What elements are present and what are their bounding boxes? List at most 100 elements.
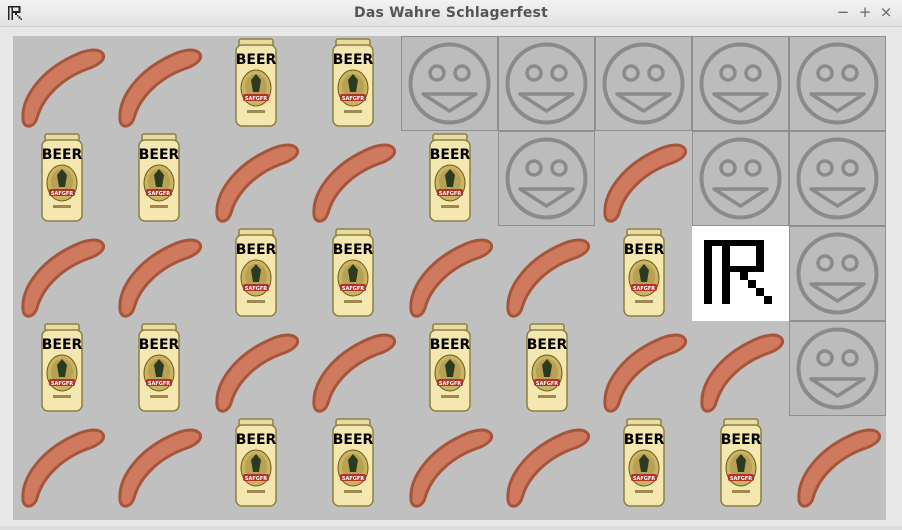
board-cell-beer[interactable]: BEER SAFGFR — [304, 416, 401, 511]
beer-sublabel: SAFGFR — [245, 286, 267, 292]
sausage-icon — [118, 428, 203, 508]
beer-sublabel: SAFGFR — [51, 381, 73, 387]
board-cell-smiley[interactable] — [401, 36, 498, 131]
board-cell-sausage[interactable] — [692, 321, 789, 416]
smiley-face-icon — [595, 36, 692, 131]
board-cell-beer[interactable]: BEER SAFGFR — [304, 226, 401, 321]
smiley-face-icon — [789, 226, 886, 321]
board-cell-smiley[interactable] — [498, 131, 595, 226]
beer-sublabel: SAFGFR — [633, 476, 655, 482]
beer-label: BEER — [527, 337, 568, 353]
board-cell-sausage[interactable] — [207, 321, 304, 416]
sausage-icon — [118, 238, 203, 318]
board-cell-beer[interactable]: BEER SAFGFR — [498, 321, 595, 416]
board-cell-sausage[interactable] — [595, 321, 692, 416]
beer-sublabel: SAFGFR — [148, 191, 170, 197]
board-cell-smiley[interactable] — [692, 36, 789, 131]
board-cell-sausage[interactable] — [304, 131, 401, 226]
beer-can-icon: BEER SAFGFR — [623, 418, 665, 507]
board-cell-beer[interactable]: BEER SAFGFR — [595, 226, 692, 321]
board-cell-sausage[interactable] — [207, 131, 304, 226]
close-button[interactable]: × — [877, 3, 895, 21]
board-cell-sausage[interactable] — [498, 416, 595, 511]
board-cell-smiley[interactable] — [789, 36, 886, 131]
smiley-face-icon — [498, 131, 595, 226]
sausage-icon — [215, 143, 300, 223]
beer-can-icon: BEER SAFGFR — [332, 38, 374, 127]
beer-can-icon: BEER SAFGFR — [235, 38, 277, 127]
board-cell-beer[interactable]: BEER SAFGFR — [207, 226, 304, 321]
board-cell-sausage[interactable] — [110, 36, 207, 131]
board-cell-logo[interactable] — [692, 226, 789, 321]
board-cell-smiley[interactable] — [692, 131, 789, 226]
maximize-button[interactable]: + — [856, 3, 874, 21]
window-title: Das Wahre Schlagerfest — [354, 5, 548, 21]
beer-can-icon: BEER SAFGFR — [235, 418, 277, 507]
beer-sublabel: SAFGFR — [730, 476, 752, 482]
beer-sublabel: SAFGFR — [245, 96, 267, 102]
board-cell-sausage[interactable] — [595, 131, 692, 226]
beer-sublabel: SAFGFR — [342, 476, 364, 482]
board-cell-smiley[interactable] — [595, 36, 692, 131]
board-cell-beer[interactable]: BEER SAFGFR — [207, 416, 304, 511]
beer-can-icon: BEER SAFGFR — [429, 133, 471, 222]
sausage-icon — [409, 428, 494, 508]
board-cell-sausage[interactable] — [13, 36, 110, 131]
board-cell-beer[interactable]: BEER SAFGFR — [595, 416, 692, 511]
board-cell-sausage[interactable] — [401, 226, 498, 321]
board-cell-beer[interactable]: BEER SAFGFR — [692, 416, 789, 511]
window-bottom-edge — [0, 526, 902, 530]
sausage-icon — [21, 428, 106, 508]
title-bar: Das Wahre Schlagerfest − + × — [0, 0, 902, 27]
board-cell-smiley[interactable] — [789, 226, 886, 321]
beer-sublabel: SAFGFR — [51, 191, 73, 197]
board-cell-sausage[interactable] — [13, 226, 110, 321]
beer-can-icon: BEER SAFGFR — [235, 228, 277, 317]
board-cell-sausage[interactable] — [401, 416, 498, 511]
board-cell-smiley[interactable] — [789, 131, 886, 226]
board-cell-beer[interactable]: BEER SAFGFR — [110, 321, 207, 416]
board-cell-sausage[interactable] — [110, 226, 207, 321]
board-cell-sausage[interactable] — [498, 226, 595, 321]
beer-label: BEER — [42, 337, 83, 353]
beer-sublabel: SAFGFR — [342, 286, 364, 292]
board-cell-beer[interactable]: BEER SAFGFR — [207, 36, 304, 131]
board-cell-sausage[interactable] — [110, 416, 207, 511]
beer-can-icon: BEER SAFGFR — [429, 323, 471, 412]
beer-label: BEER — [236, 242, 277, 258]
board-cell-beer[interactable]: BEER SAFGFR — [401, 131, 498, 226]
sausage-icon — [215, 333, 300, 413]
board-cell-smiley[interactable] — [789, 321, 886, 416]
beer-label: BEER — [624, 432, 665, 448]
beer-sublabel: SAFGFR — [245, 476, 267, 482]
beer-label: BEER — [333, 242, 374, 258]
smiley-face-icon — [692, 36, 789, 131]
beer-sublabel: SAFGFR — [148, 381, 170, 387]
beer-label: BEER — [721, 432, 762, 448]
board-cell-beer[interactable]: BEER SAFGFR — [13, 131, 110, 226]
sausage-icon — [118, 48, 203, 128]
board-cell-beer[interactable]: BEER SAFGFR — [13, 321, 110, 416]
board-cell-sausage[interactable] — [304, 321, 401, 416]
beer-label: BEER — [236, 432, 277, 448]
board-cell-sausage[interactable] — [13, 416, 110, 511]
beer-can-icon: BEER SAFGFR — [332, 418, 374, 507]
beer-label: BEER — [139, 147, 180, 163]
beer-can-icon: BEER SAFGFR — [138, 323, 180, 412]
minimize-button[interactable]: − — [834, 3, 852, 21]
board-cell-beer[interactable]: BEER SAFGFR — [401, 321, 498, 416]
sausage-icon — [506, 238, 591, 318]
beer-label: BEER — [430, 147, 471, 163]
sausage-icon — [409, 238, 494, 318]
sausage-icon — [312, 333, 397, 413]
board-cell-beer[interactable]: BEER SAFGFR — [304, 36, 401, 131]
board-cell-beer[interactable]: BEER SAFGFR — [110, 131, 207, 226]
board-cell-sausage[interactable] — [789, 416, 886, 511]
beer-can-icon: BEER SAFGFR — [138, 133, 180, 222]
board-cell-smiley[interactable] — [498, 36, 595, 131]
sausage-icon — [603, 143, 688, 223]
sausage-icon — [506, 428, 591, 508]
beer-sublabel: SAFGFR — [536, 381, 558, 387]
sausage-icon — [700, 333, 785, 413]
beer-sublabel: SAFGFR — [439, 191, 461, 197]
